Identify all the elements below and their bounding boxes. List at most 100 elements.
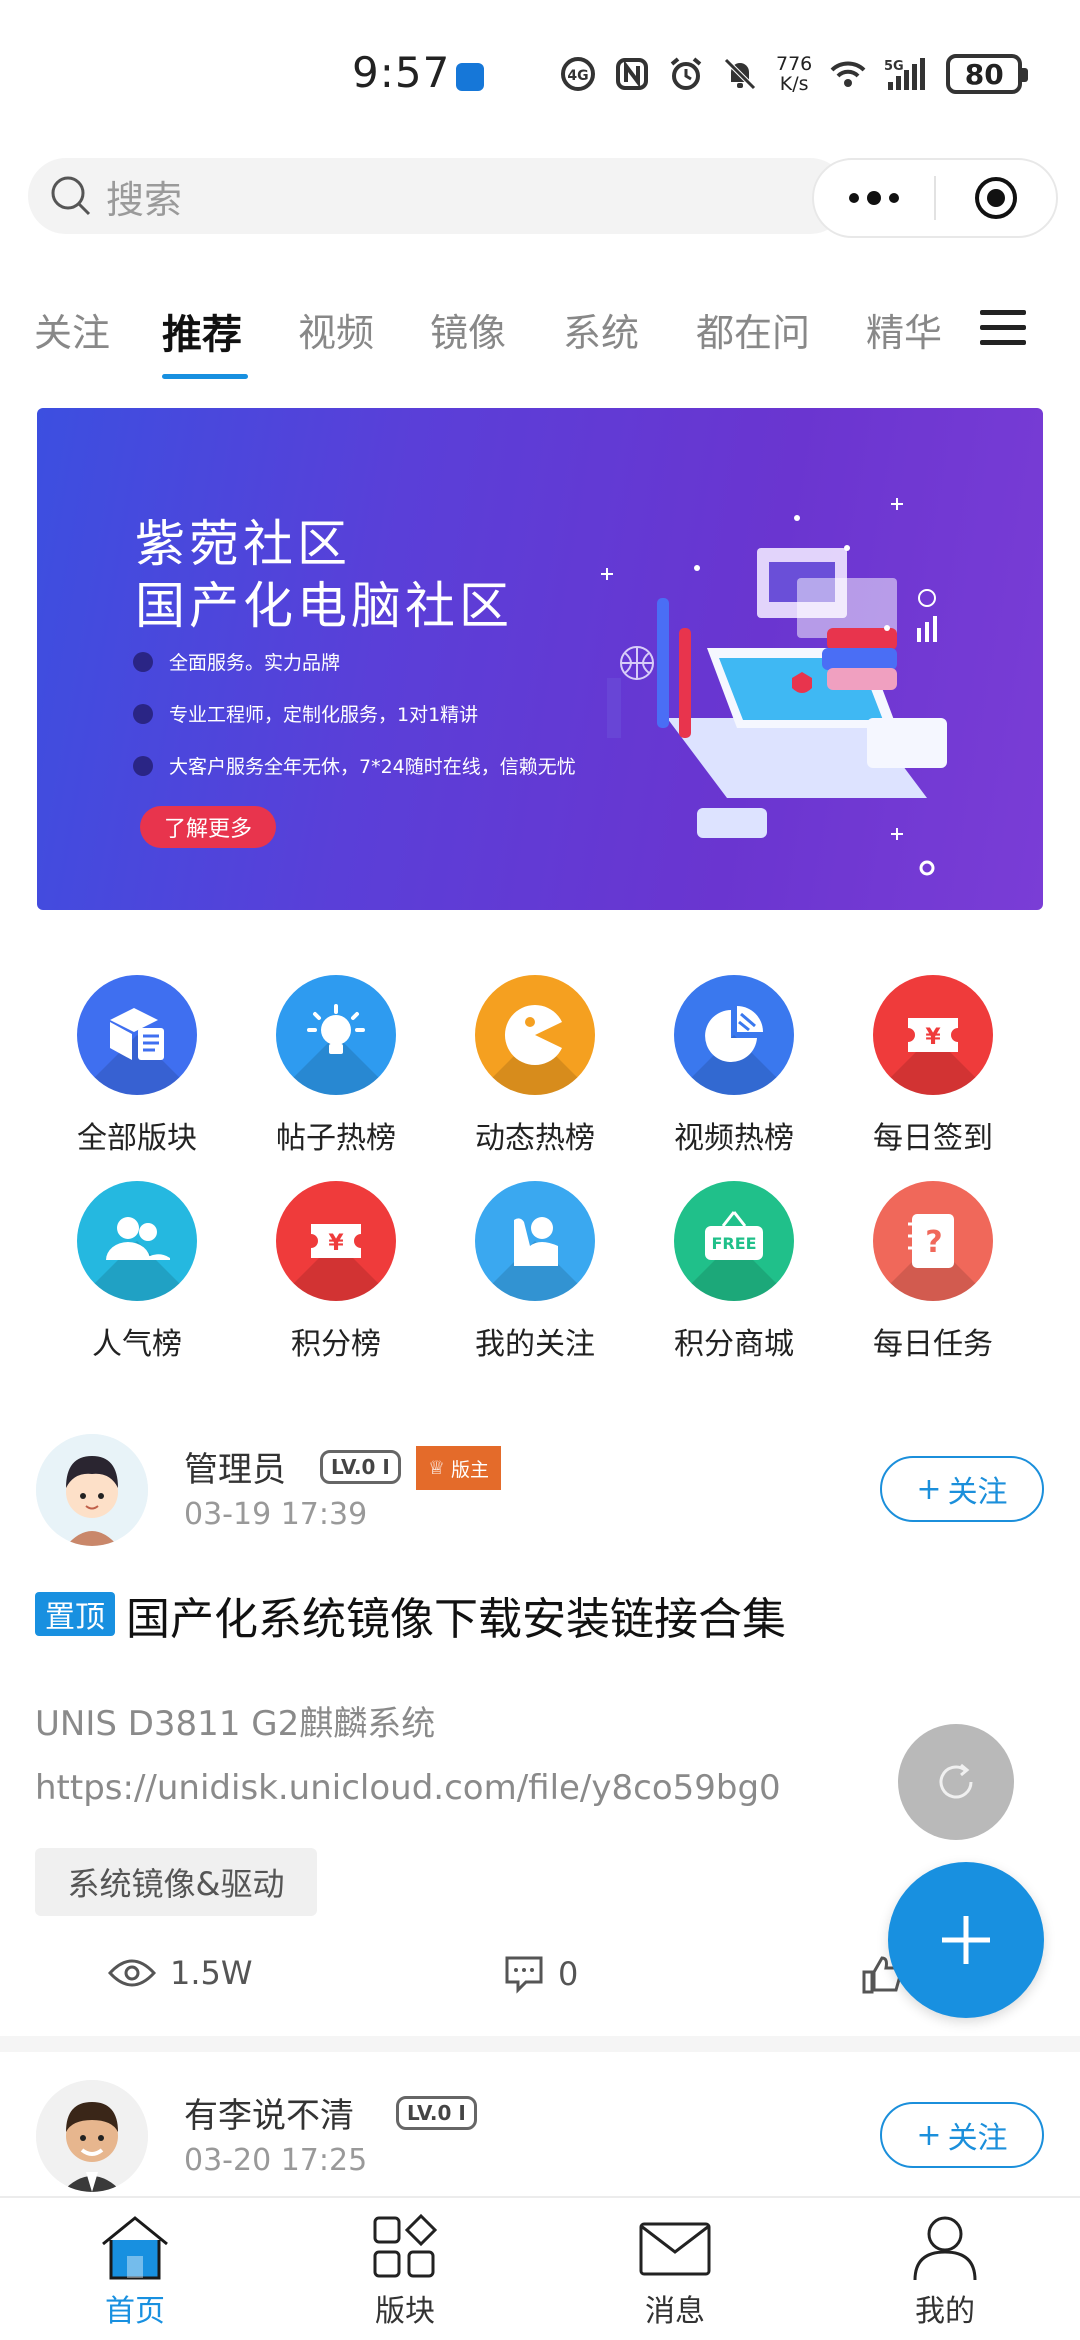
follow-button[interactable]: + 关注 bbox=[880, 2102, 1044, 2168]
grid-item-label: 人气榜 bbox=[92, 1327, 182, 1362]
grid-item-all-sections[interactable]: 全部版块 bbox=[57, 975, 217, 1157]
plus-icon: + bbox=[916, 1471, 942, 1507]
tab-featured[interactable]: 精华 bbox=[866, 302, 942, 357]
avatar[interactable] bbox=[36, 1434, 148, 1546]
feed-divider bbox=[0, 2036, 1080, 2052]
grid-item-label: 积分榜 bbox=[291, 1327, 381, 1362]
pie-chart-icon bbox=[674, 975, 794, 1095]
hd-call-icon: 4G bbox=[561, 57, 595, 91]
tab-image[interactable]: 镜像 bbox=[430, 302, 506, 357]
more-options-button[interactable] bbox=[814, 191, 934, 205]
svg-text:¥: ¥ bbox=[925, 1025, 941, 1050]
grid-item-my-following[interactable]: 我的关注 bbox=[455, 1181, 615, 1363]
grid-item-hot-posts[interactable]: 帖子热榜 bbox=[256, 975, 416, 1157]
grid-item-label: 全部版块 bbox=[77, 1121, 197, 1156]
banner-bullet: 大客户服务全年无休，7*24随时在线，信赖无忧 bbox=[133, 752, 576, 779]
view-count: 1.5W bbox=[108, 1954, 253, 1992]
level-badge: LV.0 I bbox=[396, 2096, 477, 2130]
nfc-icon bbox=[616, 58, 648, 90]
tab-asking[interactable]: 都在问 bbox=[696, 302, 810, 357]
tab-follow[interactable]: 关注 bbox=[34, 302, 110, 357]
user-icon bbox=[913, 2216, 977, 2281]
plus-icon: + bbox=[916, 2117, 942, 2153]
nav-home[interactable]: 首页 bbox=[45, 2212, 225, 2330]
cube-doc-icon bbox=[77, 975, 197, 1095]
grid-item-daily-tasks[interactable]: ? 每日任务 bbox=[853, 1181, 1013, 1363]
net-speed: 776 K/s bbox=[776, 53, 813, 95]
banner-title-line2: 国产化电脑社区 bbox=[135, 577, 513, 635]
nav-profile[interactable]: 我的 bbox=[855, 2212, 1035, 2330]
grid-item-popularity[interactable]: 人气榜 bbox=[57, 1181, 217, 1363]
battery-indicator: 80 bbox=[946, 54, 1029, 94]
svg-text:¥: ¥ bbox=[328, 1231, 344, 1256]
banner-bullet: 专业工程师，定制化服务，1对1精讲 bbox=[133, 700, 478, 727]
laptop-illustration bbox=[601, 498, 947, 876]
grid-item-daily-checkin[interactable]: ¥ 每日签到 bbox=[853, 975, 1013, 1157]
person-wave-icon bbox=[475, 1181, 595, 1301]
signal-5g-icon: 5G bbox=[884, 58, 926, 90]
grid-item-points-mall[interactable]: FREE 积分商城 bbox=[654, 1181, 814, 1363]
tab-recommend[interactable]: 推荐 bbox=[162, 302, 242, 360]
promo-banner[interactable]: 紫菀社区 国产化电脑社区 全面服务。实力品牌 专业工程师，定制化服务，1对1精讲… bbox=[37, 408, 1043, 910]
grid-item-label: 每日任务 bbox=[873, 1327, 993, 1362]
app-notification-icon bbox=[456, 63, 484, 91]
pinned-tag: 置顶 bbox=[35, 1592, 115, 1636]
yen-ticket-icon: ¥ bbox=[276, 1181, 396, 1301]
nav-sections[interactable]: 版块 bbox=[315, 2212, 495, 2330]
level-badge: LV.0 I bbox=[320, 1450, 401, 1484]
create-post-button[interactable] bbox=[888, 1862, 1044, 2018]
grid-item-label: 每日签到 bbox=[873, 1121, 993, 1156]
post-excerpt-line: UNIS D3811 G2麒麟系统 bbox=[35, 1704, 436, 1744]
alarm-icon bbox=[670, 57, 702, 90]
post-time: 03-19 17:39 bbox=[184, 1497, 368, 1532]
grid-item-label: 我的关注 bbox=[475, 1327, 595, 1362]
wifi-icon bbox=[830, 61, 866, 87]
menu-icon[interactable] bbox=[980, 308, 1026, 348]
category-tabs: 关注 推荐 视频 镜像 系统 都在问 精华 bbox=[0, 290, 1080, 390]
plus-icon bbox=[942, 1916, 990, 1964]
eye-icon bbox=[108, 1959, 156, 1987]
post-excerpt-link[interactable]: https://unidisk.unicloud.com/file/y8co59… bbox=[35, 1768, 781, 1808]
follow-button[interactable]: + 关注 bbox=[880, 1456, 1044, 1522]
free-sign-icon: FREE bbox=[674, 1181, 794, 1301]
lightbulb-icon bbox=[276, 975, 396, 1095]
grid-item-label: 动态热榜 bbox=[475, 1121, 595, 1156]
learn-more-button[interactable]: 了解更多 bbox=[140, 806, 276, 848]
svg-text:FREE: FREE bbox=[711, 1234, 756, 1253]
avatar[interactable] bbox=[36, 2080, 148, 2192]
search-placeholder: 搜索 bbox=[106, 177, 183, 222]
tab-video[interactable]: 视频 bbox=[298, 302, 374, 357]
search-input[interactable]: 搜索 bbox=[28, 158, 848, 234]
grid-item-hot-videos[interactable]: 视频热榜 bbox=[654, 975, 814, 1157]
refresh-button[interactable] bbox=[898, 1724, 1014, 1840]
username[interactable]: 管理员 bbox=[184, 1442, 286, 1491]
grid-item-hot-activity[interactable]: 动态热榜 bbox=[455, 975, 615, 1157]
question-book-icon: ? bbox=[873, 1181, 993, 1301]
comment-count[interactable]: 0 bbox=[504, 1954, 578, 1994]
svg-text:5G: 5G bbox=[884, 59, 904, 74]
comment-icon bbox=[505, 1956, 543, 1994]
tab-system[interactable]: 系统 bbox=[563, 302, 639, 357]
moderator-badge: ♕ 版主 bbox=[416, 1446, 502, 1490]
mute-bell-icon bbox=[724, 58, 756, 90]
post-title[interactable]: 国产化系统镜像下载安装链接合集 bbox=[126, 1583, 786, 1647]
grid-item-label: 视频热榜 bbox=[674, 1121, 794, 1156]
users-icon bbox=[77, 1181, 197, 1301]
crown-icon: ♕ bbox=[428, 1457, 446, 1479]
bottom-nav: 首页 版块 消息 我的 bbox=[0, 2196, 1080, 2340]
active-tab-indicator bbox=[162, 374, 248, 379]
target-icon bbox=[975, 177, 1017, 219]
nav-messages[interactable]: 消息 bbox=[585, 2212, 765, 2330]
status-icons: 4G 776 K/s 5G 80 bbox=[560, 53, 1029, 95]
grid-item-points-rank[interactable]: ¥ 积分榜 bbox=[256, 1181, 416, 1363]
topic-tag[interactable]: 系统镜像&驱动 bbox=[35, 1848, 317, 1916]
close-mini-program-button[interactable] bbox=[936, 174, 1056, 222]
refresh-icon bbox=[939, 1763, 973, 1799]
status-bar: 9:57 4G 776 K/s 5G 80 bbox=[0, 0, 1080, 150]
username[interactable]: 有李说不清 bbox=[184, 2088, 354, 2137]
home-icon bbox=[102, 2216, 168, 2280]
pacman-icon bbox=[475, 975, 595, 1095]
search-icon bbox=[51, 176, 91, 216]
grid-item-label: 帖子热榜 bbox=[276, 1121, 396, 1156]
status-time: 9:57 bbox=[352, 48, 451, 97]
